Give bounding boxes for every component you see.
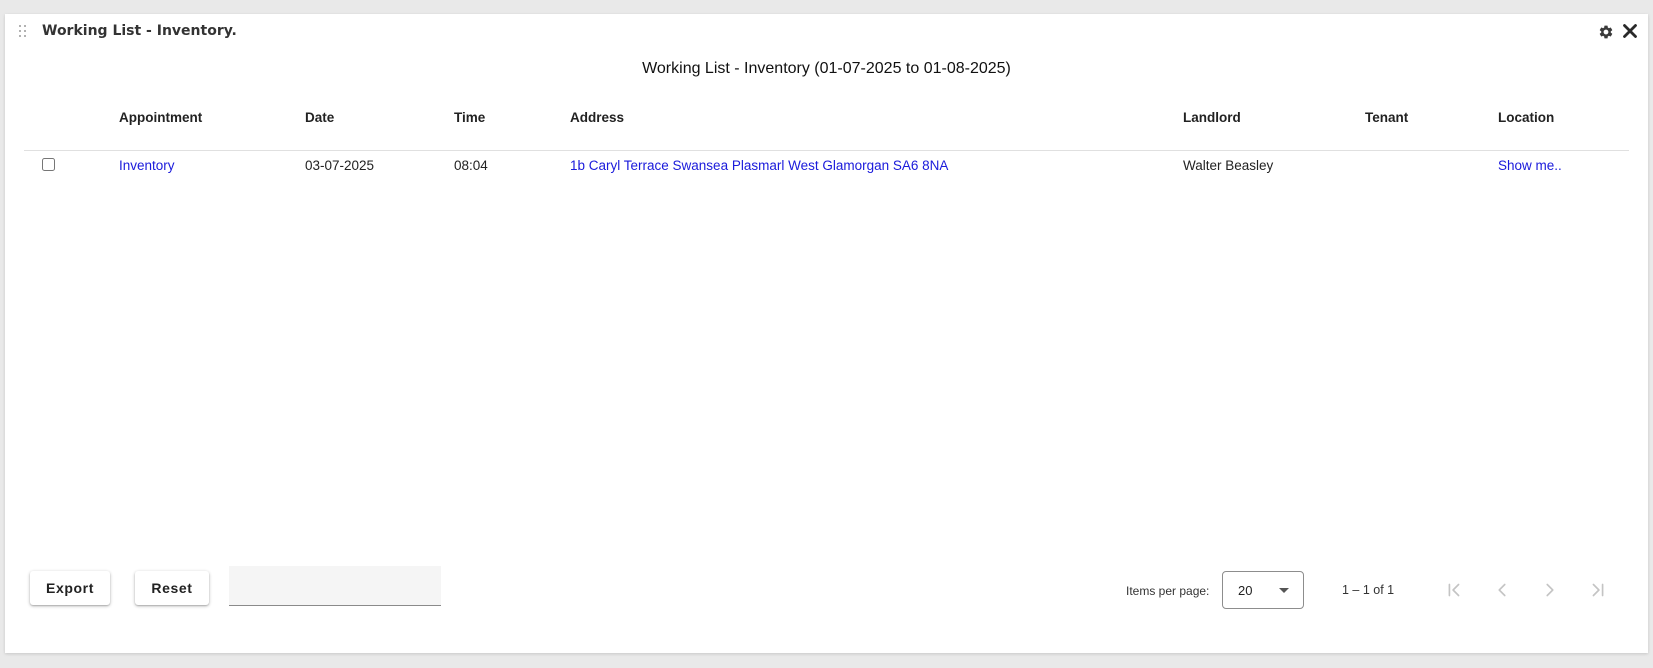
column-header-tenant[interactable]: Tenant — [1365, 110, 1408, 125]
column-header-time[interactable]: Time — [454, 110, 485, 125]
chevron-left-icon[interactable] — [1491, 579, 1513, 601]
appointment-link[interactable]: Inventory — [119, 158, 175, 173]
column-header-landlord[interactable]: Landlord — [1183, 110, 1241, 125]
table-header: Appointment Date Time Address Landlord T… — [24, 94, 1629, 151]
column-header-location[interactable]: Location — [1498, 110, 1554, 125]
reset-button[interactable]: Reset — [135, 571, 209, 605]
close-icon[interactable] — [1622, 23, 1638, 39]
address-link[interactable]: 1b Caryl Terrace Swansea Plasmarl West G… — [570, 158, 948, 173]
report-title: Working List - Inventory (01-07-2025 to … — [642, 60, 1011, 77]
dropdown-arrow-icon — [1279, 588, 1289, 593]
data-table: Appointment Date Time Address Landlord T… — [24, 94, 1629, 181]
column-header-appointment[interactable]: Appointment — [119, 110, 202, 125]
items-per-page-label: Items per page: — [1126, 584, 1210, 598]
landlord-cell: Walter Beasley — [1183, 158, 1274, 173]
items-per-page-value: 20 — [1238, 583, 1253, 598]
panel-header: Working List - Inventory. — [5, 14, 1648, 50]
working-list-panel: Working List - Inventory. Working List -… — [5, 14, 1648, 653]
time-cell: 08:04 — [454, 158, 488, 173]
filter-input[interactable] — [229, 566, 441, 606]
chevron-right-icon[interactable] — [1539, 579, 1561, 601]
location-link[interactable]: Show me.. — [1498, 158, 1562, 173]
last-page-icon[interactable] — [1587, 579, 1609, 601]
panel-title: Working List - Inventory. — [42, 23, 237, 39]
page-range-label: 1 – 1 of 1 — [1342, 583, 1395, 597]
row-select-checkbox[interactable] — [42, 158, 55, 171]
gear-icon[interactable] — [1598, 24, 1614, 40]
table-row: Inventory 03-07-2025 08:04 1b Caryl Terr… — [24, 151, 1629, 181]
date-cell: 03-07-2025 — [305, 158, 375, 173]
first-page-icon[interactable] — [1443, 579, 1465, 601]
column-header-address[interactable]: Address — [570, 110, 624, 125]
drag-handle-icon[interactable] — [19, 25, 29, 39]
column-header-date[interactable]: Date — [305, 110, 334, 125]
export-button[interactable]: Export — [30, 571, 110, 605]
items-per-page-select[interactable]: 20 — [1222, 571, 1304, 609]
